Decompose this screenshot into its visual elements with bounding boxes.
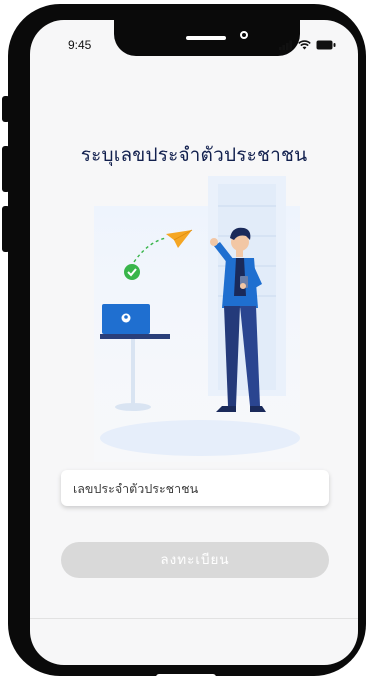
status-time: 9:45 bbox=[68, 38, 92, 52]
battery-icon bbox=[316, 40, 336, 50]
device-mockup: 9:45 ระบุเลขประจำตัวประชาชน เลขประจำตัวป… bbox=[0, 0, 369, 681]
phone-frame: 9:45 ระบุเลขประจำตัวประชาชน เลขประจำตัวป… bbox=[8, 4, 366, 680]
citizen-id-input[interactable] bbox=[61, 470, 329, 506]
bottom-divider bbox=[30, 618, 358, 619]
phone-screen: 9:45 ระบุเลขประจำตัวประชาชน เลขประจำตัวป… bbox=[30, 20, 358, 665]
wifi-icon bbox=[298, 40, 311, 50]
signal-icon bbox=[279, 40, 292, 50]
man-with-phone-and-laptop-illustration bbox=[94, 176, 300, 462]
status-icons bbox=[279, 40, 336, 50]
page-title: ระบุเลขประจำตัวประชาชน bbox=[80, 144, 308, 166]
home-indicator bbox=[156, 674, 216, 680]
speaker-grille bbox=[186, 36, 226, 40]
register-button[interactable]: ลงทะเบียน bbox=[61, 542, 329, 578]
phone-notch bbox=[114, 20, 300, 56]
front-camera bbox=[240, 31, 248, 39]
check-icon bbox=[124, 264, 140, 280]
